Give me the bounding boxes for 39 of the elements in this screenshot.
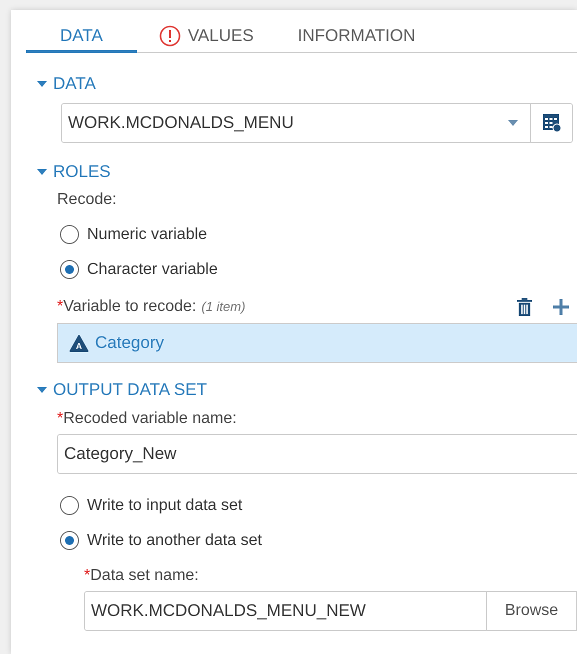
caret-icon bbox=[37, 81, 47, 87]
radio-label: Write to another data set bbox=[87, 530, 262, 550]
character-type-icon: A bbox=[69, 334, 89, 352]
caret-icon bbox=[37, 169, 47, 175]
dropdown-field[interactable]: WORK.MCDONALDS_MENU bbox=[61, 103, 531, 143]
radio-label: Numeric variable bbox=[87, 224, 208, 244]
required-mark: * bbox=[57, 297, 64, 317]
tab[interactable]: DATA bbox=[26, 22, 137, 53]
section-header[interactable]: ROLES bbox=[37, 159, 111, 185]
radio-label: Character variable bbox=[87, 260, 218, 280]
dropdown-caret-icon bbox=[508, 120, 518, 126]
delete-button[interactable] bbox=[516, 298, 533, 316]
text-field[interactable]: Category_New bbox=[57, 434, 577, 474]
tab[interactable]: INFORMATION bbox=[276, 22, 438, 53]
tab[interactable]: VALUES bbox=[136, 22, 276, 53]
plus-icon bbox=[553, 299, 569, 315]
radio-button[interactable] bbox=[60, 260, 79, 279]
required-mark: * bbox=[84, 566, 90, 586]
radio-button[interactable] bbox=[60, 531, 79, 550]
dropdown-value: WORK.MCDONALDS_MENU bbox=[68, 112, 294, 134]
browse-button[interactable]: Browse bbox=[487, 591, 577, 631]
section-header[interactable]: OUTPUT DATA SET bbox=[37, 377, 207, 403]
caret-icon bbox=[37, 387, 47, 393]
radio-label: Write to input data set bbox=[87, 496, 242, 516]
table-button[interactable] bbox=[531, 103, 573, 143]
radio-button[interactable] bbox=[60, 496, 79, 515]
item-count: (1 item) bbox=[201, 298, 246, 316]
field-label: Data set name: bbox=[90, 566, 199, 586]
section-header[interactable]: DATA bbox=[37, 71, 96, 97]
field-label: Recoded variable name: bbox=[63, 409, 237, 429]
table-icon bbox=[542, 113, 562, 133]
add-button[interactable] bbox=[553, 299, 569, 315]
field-label: Recode: bbox=[57, 190, 118, 210]
radio-button[interactable] bbox=[60, 225, 79, 244]
text-field[interactable]: WORK.MCDONALDS_MENU_NEW bbox=[84, 591, 487, 631]
field-label: Variable to recode: bbox=[63, 297, 196, 317]
required-mark: * bbox=[57, 409, 64, 429]
trash-icon bbox=[516, 298, 533, 316]
variable-item[interactable]: A Category bbox=[58, 324, 577, 362]
